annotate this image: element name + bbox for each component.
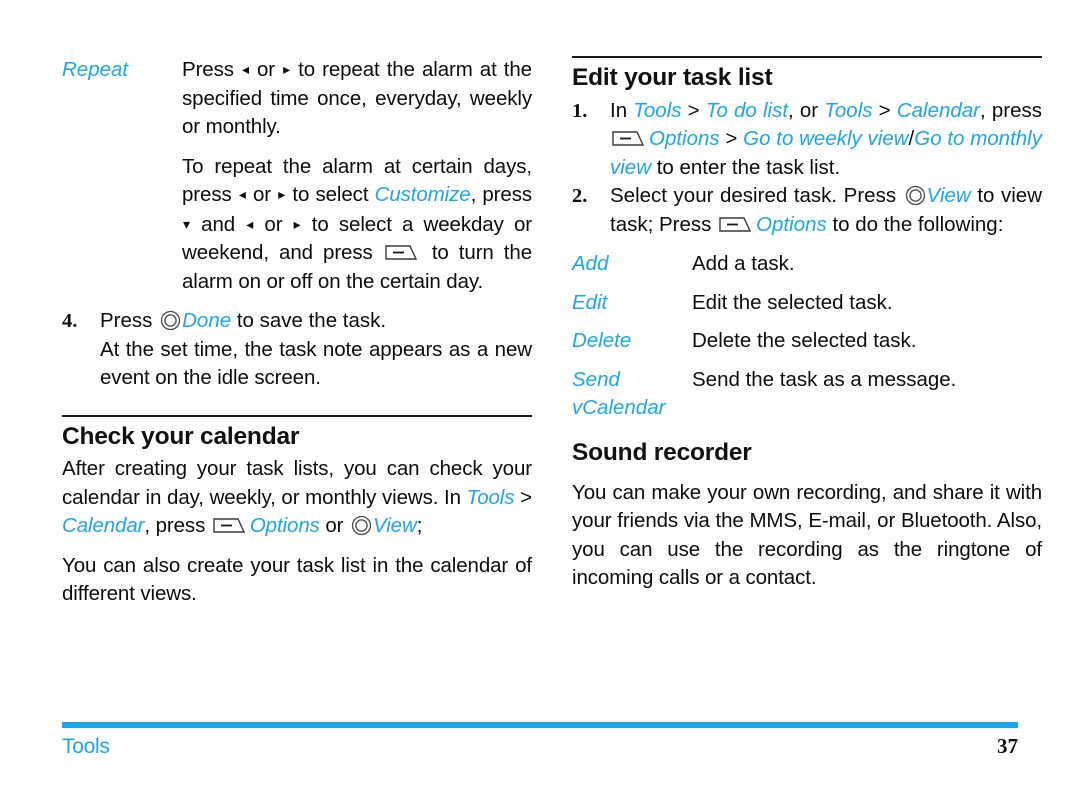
left-softkey-icon — [719, 217, 753, 232]
option-description-edit: Edit the selected task. — [692, 290, 893, 314]
step-4-number: 4. — [62, 310, 78, 332]
menu-term-tools: Tools — [824, 98, 873, 122]
repeat-paragraph-2: To repeat the alarm at certain days, pre… — [182, 154, 533, 293]
option-term-add: Add — [572, 252, 609, 276]
cc-p1-text-1: After creating your task lists, you can … — [62, 457, 532, 509]
step-4-row: 4. Press Done to save the task. At the s… — [62, 307, 532, 393]
sound-recorder-section: Sound recorder You can make your own rec… — [572, 439, 1042, 593]
edit-task-list-heading: Edit your task list — [572, 64, 773, 91]
section-divider-rule — [62, 414, 532, 417]
option-row-send-vcalendar: Send vCalendar Send the task as a messag… — [572, 366, 1042, 423]
s2-text-3: to do the following: — [826, 212, 1004, 236]
step-1-text: In Tools > To do list, or Tools > Calend… — [610, 97, 1042, 183]
ok-center-key-icon — [351, 515, 372, 536]
left-softkey-icon — [385, 245, 419, 260]
menu-term-options: Options — [249, 514, 320, 538]
menu-term-view: View — [926, 184, 971, 208]
menu-term-done: Done — [182, 309, 232, 332]
menu-term-tools: Tools — [633, 98, 682, 122]
ok-center-key-icon — [160, 310, 181, 331]
repeat-description: Press ◂ or ▸ to repeat the alarm at the … — [182, 56, 532, 296]
s1-text-4: to enter the task list. — [651, 155, 841, 179]
menu-term-options: Options — [649, 127, 720, 151]
option-row-edit: Edit Edit the selected task. — [572, 289, 1042, 318]
cc-p1-text-3: or — [319, 514, 350, 538]
repeat-p2-text-5: and — [190, 212, 246, 236]
sound-recorder-heading: Sound recorder — [572, 438, 752, 466]
check-calendar-section: Check your calendar After creating your … — [62, 414, 532, 609]
step-2-text: Select your desired task. Press View to … — [610, 182, 1042, 239]
check-calendar-paragraph-1: After creating your task lists, you can … — [62, 455, 532, 541]
ok-center-key-icon — [905, 185, 926, 206]
repeat-p2-text-6: or — [254, 212, 293, 236]
sound-recorder-paragraph: You can make your own recording, and sha… — [572, 480, 1042, 590]
cc-p1-text-4: ; — [416, 514, 423, 538]
section-divider-rule — [572, 56, 1042, 58]
check-calendar-heading: Check your calendar — [62, 422, 300, 450]
repeat-definition-row: Repeat Press ◂ or ▸ to repeat the alarm … — [62, 56, 532, 296]
cc-p1-text-2: , press — [144, 514, 211, 538]
step-2-number: 2. — [572, 185, 588, 208]
option-description-send-vcalendar: Send the task as a message. — [692, 367, 957, 391]
repeat-p1-text-1: Press — [182, 58, 241, 81]
task-options-list: Add Add a task. Edit Edit the selected t… — [572, 250, 1042, 423]
step-2-row: 2. Select your desired task. Press View … — [572, 182, 1042, 239]
left-softkey-icon — [612, 131, 646, 147]
repeat-p2-text-3: to select — [286, 183, 375, 206]
cc-sep-1: > — [514, 485, 532, 509]
option-term-delete: Delete — [572, 329, 632, 353]
menu-term-to-do-list: To do list — [705, 98, 789, 122]
repeat-p2-text-4: , press — [470, 183, 533, 206]
repeat-p1-text-2: or — [249, 58, 283, 81]
repeat-paragraph-1: Press ◂ or ▸ to repeat the alarm at the … — [182, 58, 532, 138]
s1-text-2: , or — [788, 98, 825, 122]
left-softkey-icon — [213, 518, 247, 534]
step-4-text-1: Press — [100, 309, 159, 332]
menu-term-options: Options — [756, 212, 827, 236]
option-description-add: Add a task. — [692, 252, 795, 276]
repeat-term-label: Repeat — [62, 58, 129, 81]
menu-term-view: View — [373, 514, 417, 538]
footer-content: Tools 37 — [62, 734, 1018, 759]
step-4-followup-text: At the set time, the task note appears a… — [100, 337, 532, 390]
option-row-delete: Delete Delete the selected task. — [572, 327, 1042, 356]
s1-text-1: In — [610, 98, 634, 122]
s1-sep-3: > — [719, 127, 744, 151]
step-4-text-2: to save the task. — [231, 309, 387, 332]
page-footer: Tools 37 — [62, 722, 1018, 759]
option-term-edit: Edit — [572, 290, 608, 314]
repeat-p2-text-2: or — [246, 183, 278, 206]
menu-term-calendar: Calendar — [62, 514, 145, 538]
menu-term-tools: Tools — [466, 485, 515, 509]
left-column: Repeat Press ◂ or ▸ to repeat the alarm … — [62, 56, 532, 609]
option-description-delete: Delete the selected task. — [692, 329, 917, 353]
footer-section-label: Tools — [62, 735, 110, 758]
s2-text-1: Select your desired task. Press — [610, 184, 903, 208]
s1-text-3: , press — [980, 98, 1042, 122]
step-1-number: 1. — [572, 99, 588, 122]
menu-term-go-to-weekly-view: Go to weekly view — [743, 127, 909, 151]
menu-term-calendar: Calendar — [896, 98, 981, 122]
option-term-send-vcalendar: Send vCalendar — [572, 367, 666, 420]
right-column: Edit your task list 1. In Tools > To do … — [572, 56, 1042, 593]
manual-page: Repeat Press ◂ or ▸ to repeat the alarm … — [0, 0, 1080, 810]
edit-task-list-section: Edit your task list 1. In Tools > To do … — [572, 56, 1042, 423]
s1-sep-2: > — [872, 98, 897, 122]
arrow-down-icon: ▾ — [183, 215, 190, 232]
option-row-add: Add Add a task. — [572, 250, 1042, 279]
step-4-text: Press Done to save the task. At the set … — [100, 307, 532, 393]
step-1-row: 1. In Tools > To do list, or Tools > Cal… — [572, 97, 1042, 183]
menu-term-customize: Customize — [374, 183, 471, 206]
footer-page-number: 37 — [997, 734, 1018, 758]
s1-sep-1: > — [681, 98, 706, 122]
footer-accent-rule — [62, 722, 1018, 728]
check-calendar-paragraph-2: You can also create your task list in th… — [62, 553, 532, 606]
